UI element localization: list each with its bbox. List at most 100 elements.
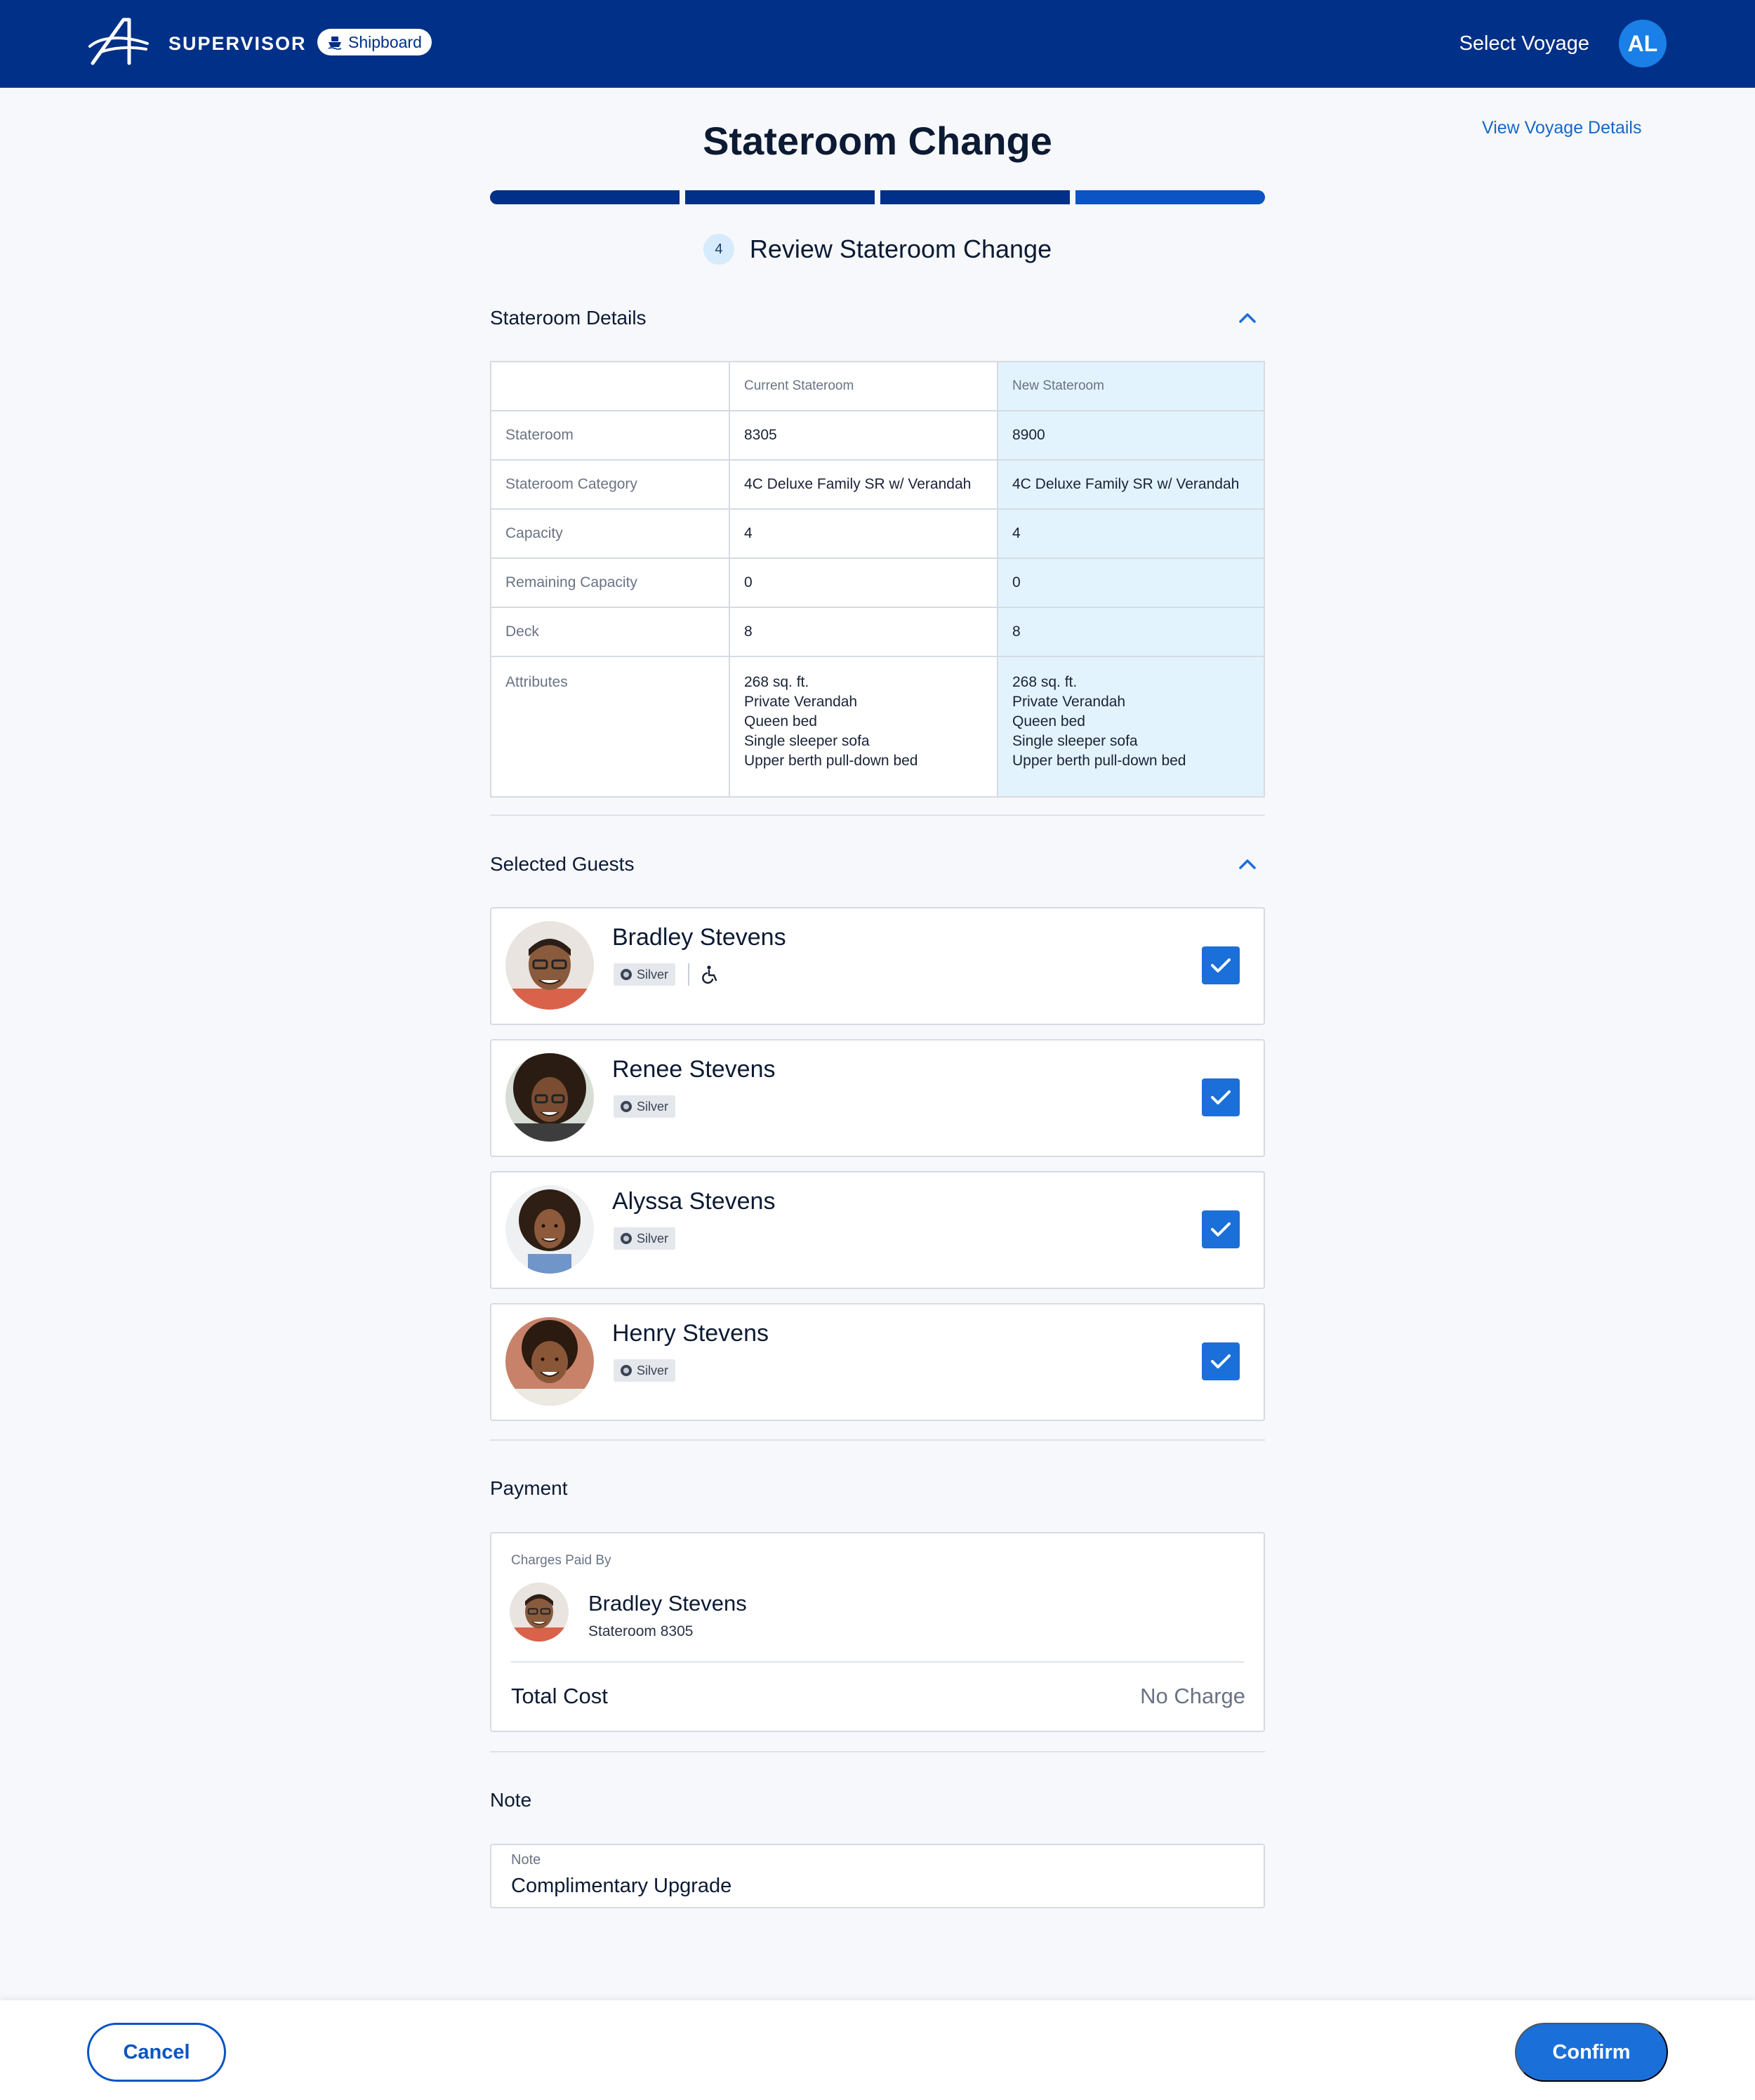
- loyalty-tier-badge: Silver: [614, 963, 676, 986]
- confirm-button[interactable]: Confirm: [1515, 2023, 1668, 2082]
- row-label: Capacity: [490, 508, 730, 559]
- checkmark-icon: [1211, 1222, 1231, 1236]
- table-header-cell: [490, 361, 730, 411]
- current-value: 4: [729, 508, 998, 559]
- guest-card[interactable]: Renee Stevens Silver: [490, 1039, 1265, 1157]
- progress-step-4: [1075, 190, 1265, 204]
- checkmark-icon: [1211, 958, 1231, 972]
- ship-icon: [328, 37, 342, 50]
- guest-select-checkbox[interactable]: [1202, 1342, 1240, 1380]
- payment-divider: [511, 1661, 1244, 1663]
- attribute-line: Single sleeper sofa: [744, 733, 870, 749]
- user-avatar[interactable]: AL: [1619, 20, 1667, 67]
- table-header-current: Current Stateroom: [729, 361, 998, 411]
- payment-card: Charges Paid By Bradley Stevens Stateroo…: [490, 1532, 1265, 1732]
- row-label: Attributes: [490, 656, 730, 798]
- shipboard-badge: Shipboard: [317, 29, 432, 55]
- new-value: 8: [997, 607, 1265, 657]
- table-header-new: New Stateroom: [997, 361, 1265, 411]
- tier-label: Silver: [637, 1099, 669, 1114]
- attribute-line: Private Verandah: [744, 694, 858, 710]
- note-field-label: Note: [511, 1852, 541, 1868]
- current-attributes: 268 sq. ft. Private Verandah Queen bed S…: [729, 656, 998, 798]
- progress-step-3: [880, 190, 1070, 204]
- current-value: 0: [729, 557, 998, 608]
- new-value: 4C Deluxe Family SR w/ Verandah: [997, 459, 1265, 510]
- payer-name: Bradley Stevens: [588, 1591, 747, 1616]
- footer-action-bar: Cancel Confirm: [0, 2000, 1755, 2100]
- current-value: 8305: [729, 410, 998, 461]
- guest-select-checkbox[interactable]: [1202, 1210, 1240, 1248]
- attribute-line: Upper berth pull-down bed: [744, 753, 918, 769]
- guest-select-checkbox[interactable]: [1202, 1078, 1240, 1116]
- loyalty-tier-badge: Silver: [614, 1359, 676, 1382]
- checkmark-icon: [1211, 1090, 1231, 1104]
- guest-card[interactable]: Henry Stevens Silver: [490, 1303, 1265, 1421]
- total-cost-label: Total Cost: [511, 1684, 608, 1708]
- progress-step-2: [685, 190, 875, 204]
- loyalty-tier-badge: Silver: [614, 1227, 676, 1250]
- table-row-attributes: Attributes 268 sq. ft. Private Verandah …: [490, 656, 1265, 798]
- new-value: 8900: [997, 410, 1265, 461]
- new-value: 4: [997, 508, 1265, 559]
- selected-guests-header[interactable]: Selected Guests: [490, 852, 1265, 876]
- loyalty-tier-badge: Silver: [614, 1095, 676, 1118]
- new-attributes: 268 sq. ft. Private Verandah Queen bed S…: [997, 656, 1265, 798]
- chevron-up-icon[interactable]: [1236, 852, 1259, 876]
- select-voyage-link[interactable]: Select Voyage: [1459, 32, 1589, 55]
- attribute-line: Upper berth pull-down bed: [1012, 753, 1186, 769]
- payment-header: Payment: [490, 1477, 1265, 1500]
- table-row: Stateroom 8305 8900: [490, 410, 1265, 461]
- row-label: Deck: [490, 607, 730, 657]
- row-label: Stateroom: [490, 410, 730, 461]
- shipboard-badge-label: Shipboard: [348, 32, 422, 51]
- note-input[interactable]: Note Complimentary Upgrade: [490, 1844, 1265, 1908]
- charges-paid-by-label: Charges Paid By: [511, 1553, 611, 1568]
- guest-select-checkbox[interactable]: [1202, 946, 1240, 984]
- attribute-line: Private Verandah: [1012, 694, 1126, 710]
- tier-label: Silver: [637, 967, 669, 982]
- section-divider: [490, 1751, 1265, 1752]
- tier-medal-icon: [621, 1101, 632, 1112]
- guest-card[interactable]: Bradley Stevens Silver: [490, 907, 1265, 1025]
- current-value: 8: [729, 607, 998, 657]
- tier-medal-icon: [621, 1233, 632, 1244]
- guest-card[interactable]: Alyssa Stevens Silver: [490, 1171, 1265, 1289]
- attribute-line: 268 sq. ft.: [1012, 674, 1078, 690]
- attribute-line: Queen bed: [1012, 713, 1085, 729]
- guest-avatar: [505, 1185, 594, 1274]
- checkmark-icon: [1211, 1354, 1231, 1368]
- top-navigation-bar: SUPERVISOR Shipboard Select Voyage AL: [0, 0, 1755, 88]
- tier-medal-icon: [621, 1365, 632, 1376]
- attribute-line: Queen bed: [744, 713, 817, 729]
- chevron-up-icon[interactable]: [1236, 306, 1259, 330]
- payer-stateroom: Stateroom 8305: [588, 1623, 694, 1639]
- badge-separator: [688, 963, 689, 986]
- guest-avatar: [505, 921, 594, 1010]
- guest-name: Alyssa Stevens: [612, 1188, 776, 1215]
- guest-name: Henry Stevens: [612, 1320, 769, 1347]
- app-name: SUPERVISOR: [168, 33, 307, 54]
- wheelchair-accessibility-icon: [702, 965, 717, 984]
- page-title: Stateroom Change: [703, 119, 1052, 163]
- note-title: Note: [490, 1789, 532, 1811]
- company-logo-icon[interactable]: [87, 15, 150, 67]
- step-label: Review Stateroom Change: [749, 235, 1052, 263]
- note-field-value[interactable]: Complimentary Upgrade: [511, 1875, 731, 1898]
- table-header-row: Current Stateroom New Stateroom: [490, 361, 1265, 411]
- current-value: 4C Deluxe Family SR w/ Verandah: [729, 459, 998, 510]
- tier-label: Silver: [637, 1363, 669, 1378]
- guest-avatar: [505, 1317, 594, 1406]
- table-row: Capacity 4 4: [490, 508, 1265, 559]
- selected-guests-title: Selected Guests: [490, 853, 635, 875]
- table-row: Deck 8 8: [490, 607, 1265, 657]
- cancel-button[interactable]: Cancel: [87, 2023, 226, 2082]
- stateroom-details-title: Stateroom Details: [490, 307, 647, 329]
- guest-avatar: [505, 1053, 594, 1142]
- attribute-line: Single sleeper sofa: [1012, 733, 1138, 749]
- new-value: 0: [997, 557, 1265, 608]
- section-divider: [490, 814, 1265, 816]
- guest-name: Bradley Stevens: [612, 924, 786, 951]
- step-number: 4: [703, 234, 734, 265]
- stateroom-details-header[interactable]: Stateroom Details: [490, 306, 1265, 330]
